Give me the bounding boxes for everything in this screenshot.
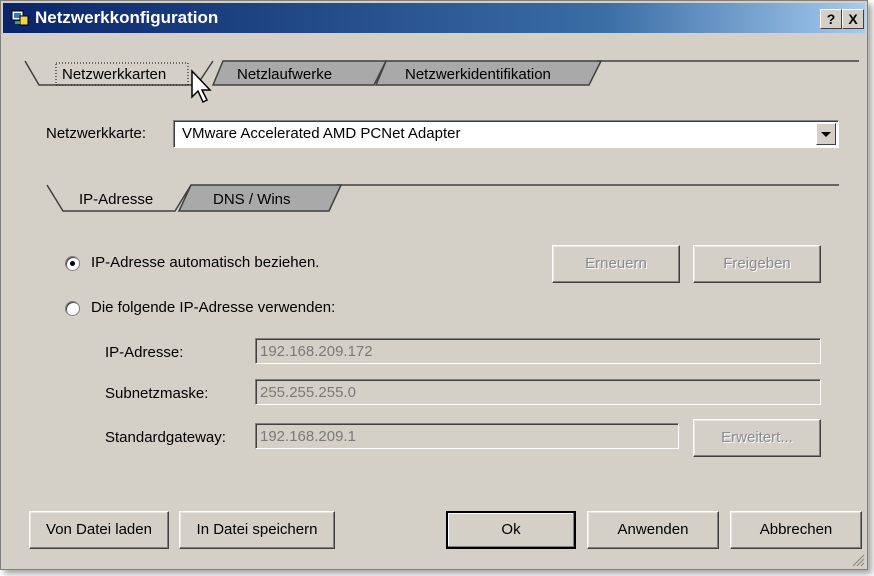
auto-ip-label: IP-Adresse automatisch beziehen. xyxy=(91,254,320,271)
close-button[interactable]: X xyxy=(842,9,864,29)
gateway-label: Standardgateway: xyxy=(105,429,226,446)
network-config-icon xyxy=(11,10,29,26)
subnet-mask-field[interactable]: 255.255.255.0 xyxy=(255,379,821,405)
cancel-button[interactable]: Abbrechen xyxy=(730,511,862,549)
dropdown-arrow-button[interactable] xyxy=(816,123,836,145)
resize-grip-icon[interactable] xyxy=(851,553,865,567)
mouse-cursor-icon xyxy=(191,69,212,104)
save-to-file-button[interactable]: In Datei speichern xyxy=(179,511,335,549)
title-bar[interactable]: Netzwerkkonfiguration ? X xyxy=(3,3,865,33)
release-button[interactable]: Freigeben xyxy=(693,245,821,283)
adapter-label: Netzwerkkarte: xyxy=(46,125,147,142)
tab-dns-wins-label: DNS / Wins xyxy=(213,191,291,208)
advanced-button[interactable]: Erweitert... xyxy=(693,419,821,457)
adapter-dropdown[interactable]: VMware Accelerated AMD PCNet Adapter xyxy=(173,120,839,148)
gateway-field[interactable]: 192.168.209.1 xyxy=(255,423,679,449)
adapter-value: VMware Accelerated AMD PCNet Adapter xyxy=(182,125,461,142)
ip-tab-strip: IP-Adresse DNS / Wins xyxy=(46,184,839,212)
tab-netzlaufwerke-label: Netzlaufwerke xyxy=(237,66,332,83)
apply-button[interactable]: Anwenden xyxy=(587,511,719,549)
load-from-file-button[interactable]: Von Datei laden xyxy=(29,511,169,549)
tab-netzwerkkarten-label: Netzwerkkarten xyxy=(62,66,166,83)
ip-address-field[interactable]: 192.168.209.172 xyxy=(255,338,821,364)
manual-ip-radio[interactable] xyxy=(65,301,80,316)
chevron-down-icon xyxy=(821,132,831,137)
manual-ip-label: Die folgende IP-Adresse verwenden: xyxy=(91,299,336,316)
ok-button[interactable]: Ok xyxy=(446,511,576,549)
ip-address-label: IP-Adresse: xyxy=(105,344,184,361)
window-title: Netzwerkkonfiguration xyxy=(35,8,219,27)
main-tab-strip: Netzlaufwerke Netzwerkidentifikation Net… xyxy=(24,60,859,86)
tab-ip-adresse-label: IP-Adresse xyxy=(79,191,153,208)
radio-dot xyxy=(70,261,75,266)
dialog-window: Netzwerkkonfiguration ? X Netzlaufwerke … xyxy=(0,0,868,570)
subnet-mask-label: Subnetzmaske: xyxy=(105,385,209,402)
renew-button[interactable]: Erneuern xyxy=(552,245,680,283)
auto-ip-radio[interactable] xyxy=(65,256,80,271)
tab-netzwerkidentifikation-label: Netzwerkidentifikation xyxy=(405,66,551,83)
help-button[interactable]: ? xyxy=(820,9,842,29)
